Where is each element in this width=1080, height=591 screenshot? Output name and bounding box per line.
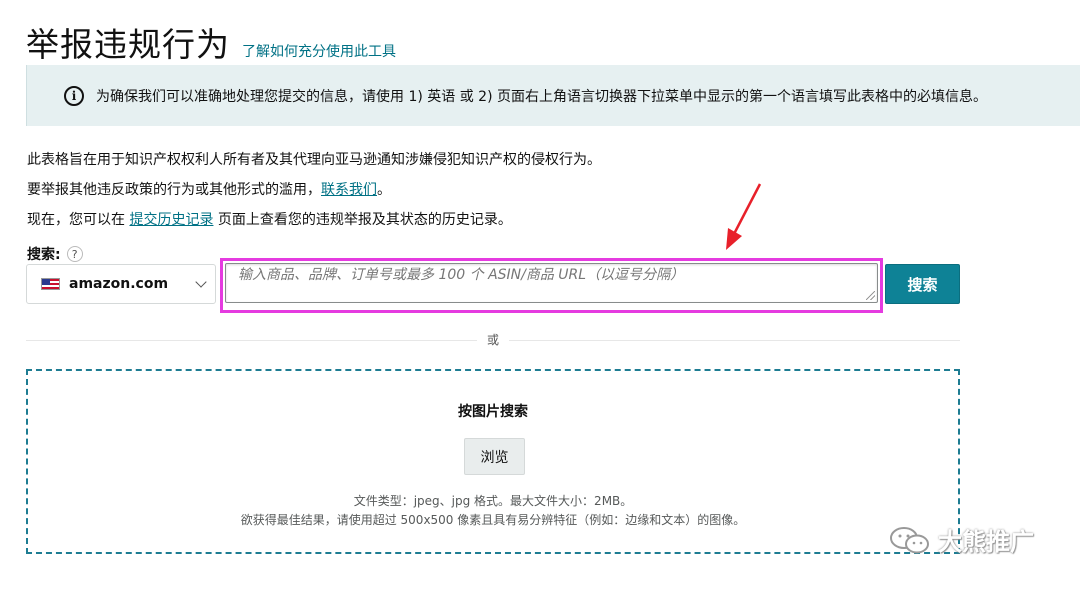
red-arrow-annotation	[726, 183, 762, 250]
chevron-down-icon	[195, 276, 207, 288]
help-link[interactable]: 了解如何充分使用此工具	[242, 41, 396, 61]
page-header: 举报违规行为 了解如何充分使用此工具	[26, 18, 396, 66]
intro-line-1: 此表格旨在用于知识产权权利人所有者及其代理向亚马逊通知涉嫌侵犯知识产权的侵权行为…	[27, 152, 601, 168]
us-flag-icon	[41, 278, 60, 290]
submission-history-link[interactable]: 提交历史记录	[129, 212, 213, 228]
info-alert: i 为确保我们可以准确地处理您提交的信息，请使用 1) 英语 或 2) 页面右上…	[26, 65, 1080, 126]
watermark-text: 大熊推广	[938, 528, 1034, 556]
search-label-row: 搜索: ?	[27, 244, 83, 264]
intro-line-3-suffix: 页面上查看您的违规举报及其状态的历史记录。	[213, 212, 512, 228]
report-violation-page: 举报违规行为 了解如何充分使用此工具 i 为确保我们可以准确地处理您提交的信息，…	[0, 0, 1080, 591]
image-drop-zone[interactable]: 按图片搜索 浏览 文件类型：jpeg、jpg 格式。最大文件大小：2MB。 欲获…	[26, 369, 960, 554]
wechat-icon	[890, 526, 929, 553]
file-type-hint: 文件类型：jpeg、jpg 格式。最大文件大小：2MB。	[353, 494, 633, 508]
help-question-icon[interactable]: ?	[66, 246, 83, 262]
page-title: 举报违规行为	[26, 25, 230, 64]
search-label: 搜索:	[27, 247, 61, 263]
watermark: 大熊推广	[888, 522, 1034, 557]
image-search-title: 按图片搜索	[458, 404, 528, 420]
intro-line-2: 要举报其他违反政策的行为或其他形式的滥用，联系我们。	[27, 175, 601, 205]
marketplace-label: amazon.com	[69, 276, 169, 292]
search-input[interactable]	[225, 263, 878, 303]
info-icon: i	[64, 85, 84, 106]
resize-handle-icon[interactable]	[866, 291, 875, 300]
intro-line-3: 现在，您可以在 提交历史记录 页面上查看您的违规举报及其状态的历史记录。	[27, 205, 601, 235]
intro-line-3-text: 现在，您可以在	[27, 212, 130, 228]
alert-text: 为确保我们可以准确地处理您提交的信息，请使用 1) 英语 或 2) 页面右上角语…	[96, 88, 987, 105]
intro-text: 此表格旨在用于知识产权权利人所有者及其代理向亚马逊通知涉嫌侵犯知识产权的侵权行为…	[27, 145, 601, 235]
intro-line-2-suffix: 。	[377, 182, 391, 198]
image-size-hint: 欲获得最佳结果，请使用超过 500x500 像素且具有易分辨特征（例如：边缘和文…	[240, 513, 746, 527]
search-button[interactable]: 搜索	[885, 264, 960, 304]
browse-button[interactable]: 浏览	[464, 438, 525, 475]
intro-line-2-text: 要举报其他违反政策的行为或其他形式的滥用，	[27, 182, 321, 198]
contact-us-link[interactable]: 联系我们	[321, 182, 377, 198]
marketplace-select[interactable]: amazon.com	[26, 264, 216, 304]
or-text: 或	[477, 331, 510, 348]
